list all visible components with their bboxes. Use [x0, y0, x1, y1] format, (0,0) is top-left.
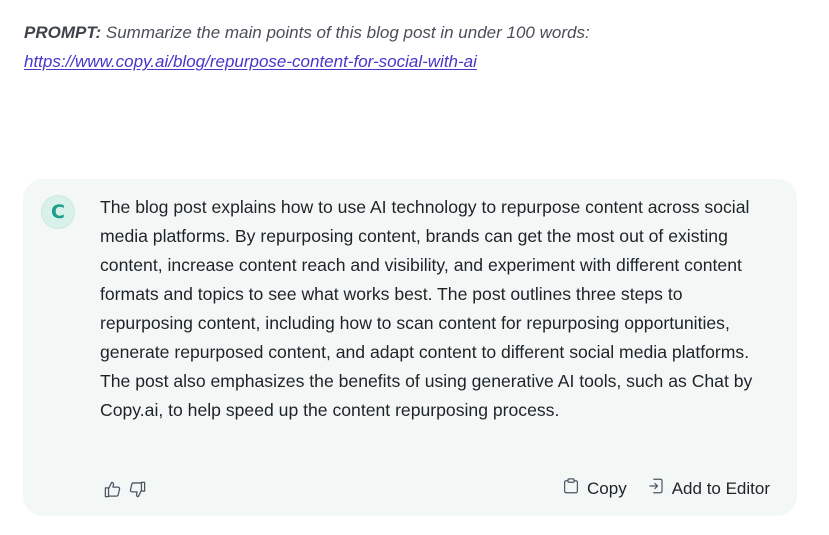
response-actions: Copy Add to Editor [562, 477, 770, 500]
prompt-link[interactable]: https://www.copy.ai/blog/repurpose-conte… [24, 52, 477, 71]
response-card: C The blog post explains how to use AI t… [23, 179, 797, 516]
avatar: C [42, 196, 74, 228]
thumbs-down-icon[interactable] [127, 479, 147, 499]
copy-label: Copy [587, 478, 627, 498]
add-to-editor-icon [647, 477, 665, 500]
feedback-buttons [102, 479, 147, 499]
copy-button[interactable]: Copy [562, 477, 627, 500]
response-text: The blog post explains how to use AI tec… [100, 197, 753, 420]
prompt-text: Summarize the main points of this blog p… [105, 23, 590, 42]
avatar-letter: C [51, 201, 65, 223]
prompt-label: PROMPT: [24, 23, 102, 42]
prompt-block: PROMPT: Summarize the main points of thi… [24, 18, 784, 76]
clipboard-icon [562, 477, 580, 500]
add-to-editor-button[interactable]: Add to Editor [647, 477, 770, 500]
thumbs-up-icon[interactable] [102, 479, 122, 499]
add-to-editor-label: Add to Editor [671, 478, 770, 498]
